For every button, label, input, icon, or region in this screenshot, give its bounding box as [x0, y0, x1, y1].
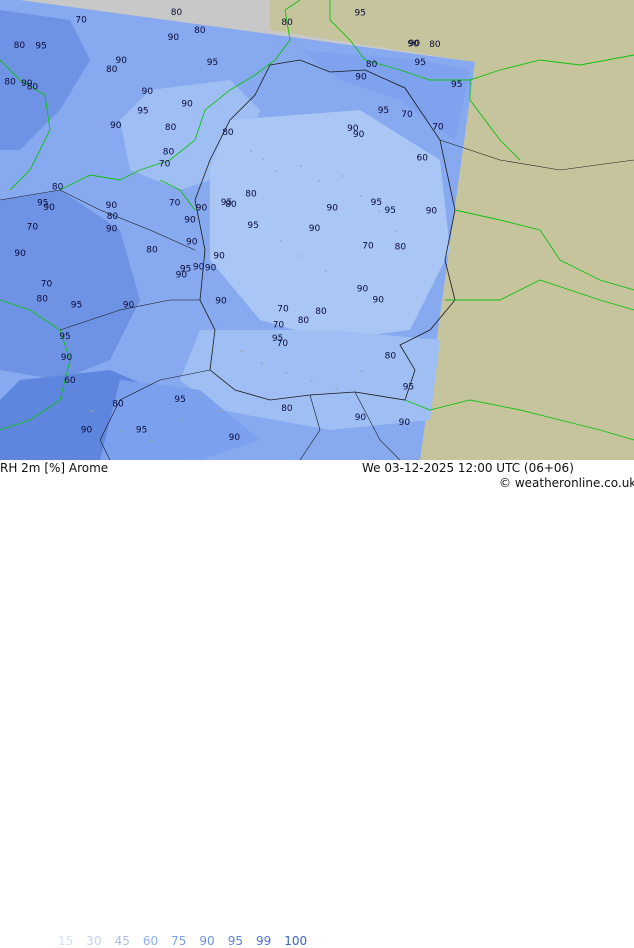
contour-label: 80: [281, 404, 293, 414]
contour-label: 70: [277, 305, 289, 315]
contour-label: 70: [159, 160, 171, 170]
contour-label: 90: [176, 270, 188, 280]
contour-label: 80: [429, 40, 441, 50]
contour-label: 95: [174, 395, 185, 405]
contour-label: 70: [41, 280, 53, 290]
contour-label: 80: [52, 183, 64, 193]
contour-label: 90: [193, 263, 205, 273]
contour-label: 95: [403, 383, 414, 393]
legend-value: 75: [171, 934, 187, 948]
contour-label: 80: [146, 246, 158, 256]
contour-label: 70: [362, 241, 374, 251]
contour-label: 90: [357, 285, 369, 295]
contour-label: 80: [171, 8, 183, 18]
contour-label: 80: [385, 351, 397, 361]
contour-label: 80: [222, 128, 234, 138]
contour-label: 80: [165, 123, 177, 133]
contour-label: 95: [247, 221, 258, 231]
contour-label: 90: [181, 100, 193, 110]
contour-label: 95: [355, 9, 366, 19]
contour-label: 90: [213, 252, 225, 262]
contour-label: 80: [245, 190, 257, 200]
contour-label: 90: [215, 296, 227, 306]
map-footer: RH 2m [%] Arome We 03-12-2025 12:00 UTC …: [0, 460, 634, 948]
contour-label: 90: [184, 215, 196, 225]
contour-label: 95: [207, 58, 218, 68]
contour-label: 80: [281, 18, 293, 28]
contour-label: 80: [37, 294, 49, 304]
contour-label: 70: [432, 122, 444, 132]
forecast-datetime: We 03-12-2025 12:00 UTC (06+06): [362, 461, 574, 475]
contour-label: 95: [385, 206, 396, 216]
contour-label: 70: [273, 321, 285, 331]
contour-label: 90: [123, 301, 135, 311]
contour-label: 90: [347, 124, 359, 134]
contour-label: 80: [395, 243, 407, 253]
weather-map: 9590809095908090959080909590809095908090…: [0, 0, 634, 460]
map-title: RH 2m [%] Arome: [0, 461, 109, 475]
contour-label: 95: [451, 80, 462, 90]
contour-label: 95: [371, 198, 382, 208]
contour-label: 80: [4, 77, 16, 87]
contour-label: 60: [417, 154, 429, 164]
legend-value: 95: [227, 934, 243, 948]
color-legend: 15 30 45 60 75 90 95 99 100: [58, 934, 320, 948]
contour-label: 80: [106, 65, 118, 75]
contour-label: 80: [107, 212, 119, 222]
credit-link[interactable]: © weatheronline.co.uk: [499, 476, 634, 490]
contour-label: 95: [59, 332, 70, 342]
contour-label: 95: [35, 42, 46, 52]
contour-label: 95: [71, 301, 82, 311]
contour-label: 70: [401, 110, 413, 120]
contour-label: 80: [14, 41, 26, 51]
contour-label: 60: [64, 376, 76, 386]
contour-label: 90: [373, 296, 385, 306]
contour-label: 90: [21, 79, 33, 89]
legend-value: 90: [199, 934, 215, 948]
contour-label: 80: [298, 316, 310, 326]
contour-label: 90: [399, 418, 411, 428]
contour-label: 70: [27, 222, 39, 232]
contour-label: 95: [37, 199, 48, 209]
contour-label: 80: [194, 26, 206, 36]
contour-label: 90: [106, 201, 118, 211]
contour-label: 90: [205, 264, 217, 274]
contour-label: 90: [409, 39, 421, 49]
legend-value: 100: [284, 934, 308, 948]
contour-label: 95: [136, 425, 147, 435]
contour-label: 80: [112, 399, 124, 409]
contour-label: 90: [61, 353, 73, 363]
legend-value: 15: [58, 934, 74, 948]
contour-label: 90: [355, 73, 367, 83]
legend-value: 60: [142, 934, 159, 948]
contour-label: 95: [378, 106, 389, 116]
contour-label: 70: [169, 198, 181, 208]
contour-label: 90: [186, 237, 198, 247]
contour-label: 90: [309, 224, 321, 234]
contour-label: 90: [110, 121, 122, 131]
contour-label: 95: [221, 198, 232, 208]
contour-label: 90: [168, 33, 180, 43]
contour-label: 80: [315, 307, 327, 317]
contour-label: 80: [366, 60, 378, 70]
contour-label: 90: [14, 249, 26, 259]
contour-label: 90: [142, 87, 154, 97]
contour-label: 70: [75, 16, 87, 26]
contour-label: 90: [196, 203, 208, 213]
contour-label: 95: [137, 106, 148, 116]
contour-label: 90: [81, 426, 93, 436]
contour-label: 95: [272, 334, 283, 344]
legend-value: 45: [114, 934, 130, 948]
contour-label: 90: [355, 413, 367, 423]
contour-label: 80: [163, 147, 175, 157]
contour-label: 95: [415, 58, 426, 68]
contour-label: 90: [106, 224, 118, 234]
contour-label: 90: [327, 204, 339, 214]
contour-label: 90: [229, 433, 241, 443]
legend-value: 99: [255, 934, 272, 948]
contour-label: 90: [426, 207, 438, 217]
legend-value: 30: [86, 934, 102, 948]
